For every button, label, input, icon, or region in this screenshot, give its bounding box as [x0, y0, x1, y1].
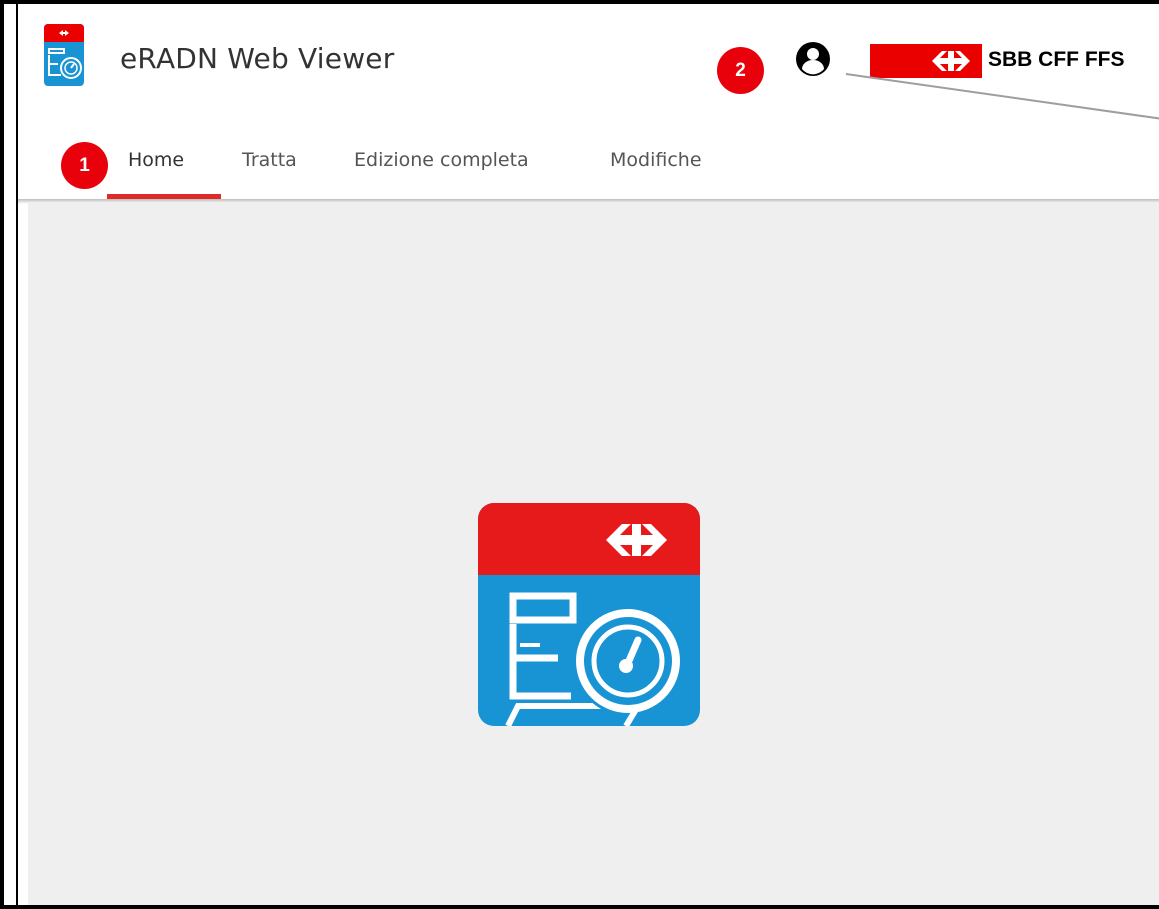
brand-text: SBB CFF FFS — [988, 48, 1125, 71]
sbb-logo: SBB CFF FFS — [870, 44, 1159, 78]
app-header: eRADN Web Viewer SBB CFF FFS — [18, 4, 1159, 199]
app-title: eRADN Web Viewer — [120, 42, 395, 75]
callout-marker-1: 1 — [61, 142, 108, 189]
swiss-rail-arrows-icon — [932, 51, 970, 71]
user-account-icon[interactable] — [795, 41, 831, 77]
eradn-app-icon[interactable] — [44, 24, 84, 86]
callout-marker-2: 2 — [717, 47, 764, 94]
sbb-flag — [870, 44, 982, 78]
screenshot-frame: eRADN Web Viewer SBB CFF FFS Home Tratta… — [0, 0, 1159, 909]
eradn-large-logo-icon — [478, 503, 700, 726]
